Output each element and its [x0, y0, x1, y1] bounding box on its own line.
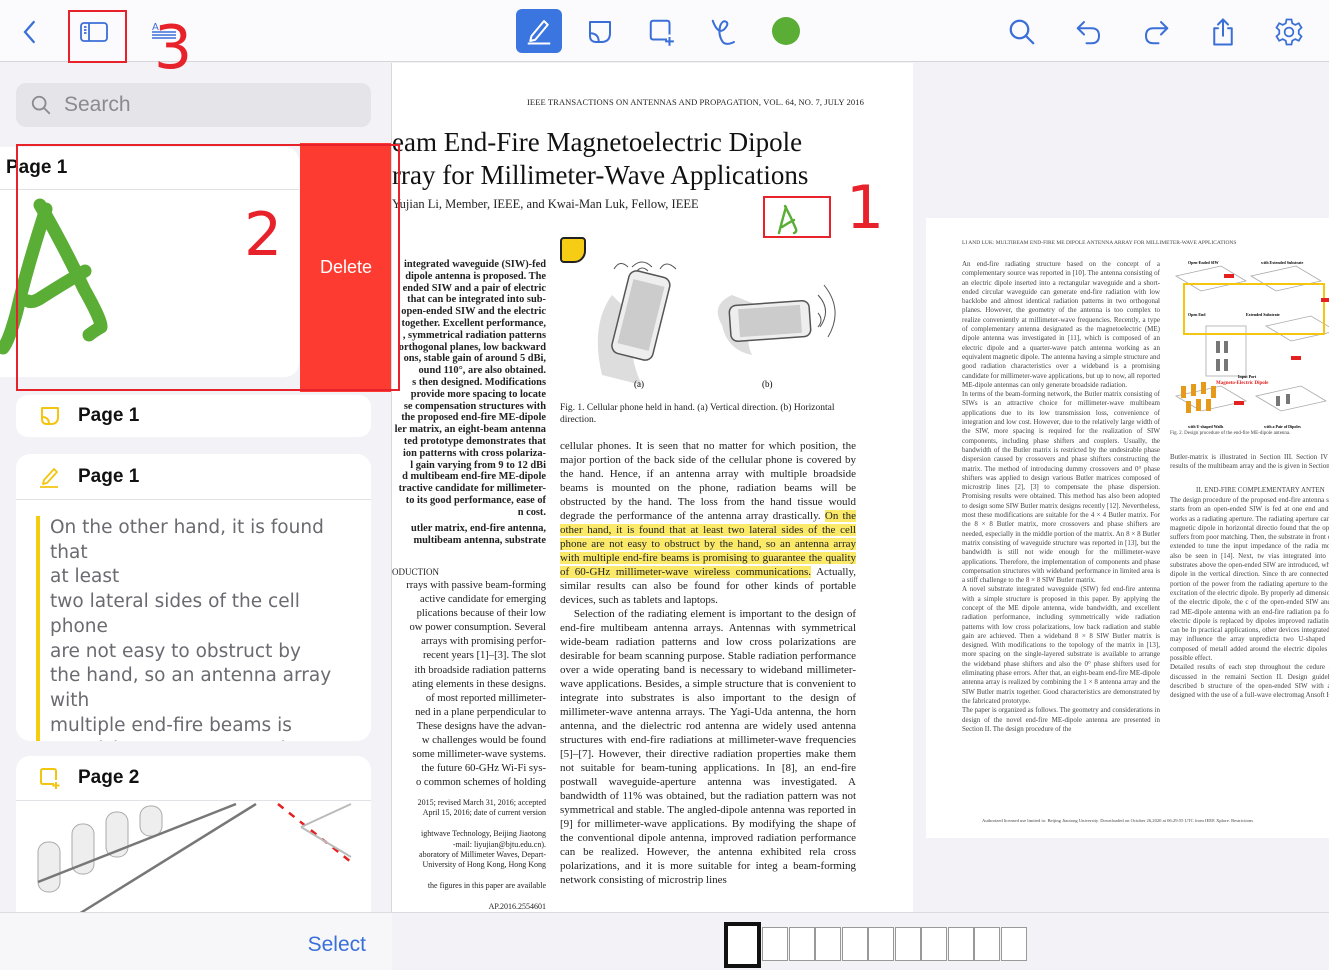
fig2-label: Input Port — [1238, 374, 1257, 379]
fig2-label: with Extended Substrate — [1261, 260, 1303, 265]
annotation-card-area[interactable]: Page 2 — [16, 756, 371, 936]
page-2-header: LI AND LUK: MULTIBEAM END-FIRE ME DIPOLE… — [962, 240, 1237, 246]
card-header: Page 2 — [16, 756, 371, 801]
fig2-label: Extended Substrate — [1246, 312, 1280, 317]
delete-button[interactable]: Delete — [300, 143, 391, 392]
page-thumbnail[interactable] — [868, 927, 894, 961]
search-placeholder: Search — [64, 93, 131, 116]
paper-title-line-2: rray for Millimeter-Wave Applications — [392, 160, 809, 190]
pen-tool-button[interactable] — [516, 9, 562, 53]
fig-label-a: (a) — [634, 379, 644, 389]
body-text-column-right: cellular phones. It is seen that no matt… — [560, 439, 856, 887]
fig2-label: Magneto-Electric Dipole — [1216, 381, 1269, 386]
section-heading: II. END-FIRE COMPLEMENTARY ANTEN — [1196, 486, 1325, 494]
sidebar-bottom-bar: Select — [0, 912, 392, 970]
card-title: Page 1 — [78, 405, 140, 426]
page-2-right-intro: Butler-matrix is illustrated in Section … — [1170, 453, 1329, 471]
journal-header: IEEE TRANSACTIONS ON ANTENNAS AND PROPAG… — [527, 97, 864, 107]
search-icon — [31, 95, 51, 115]
body-text: cellular phones. It is seen that no matt… — [560, 440, 856, 522]
page-thumbnail[interactable] — [921, 927, 947, 961]
page-thumbnail[interactable] — [762, 927, 788, 961]
paper-authors: Yujian Li, Member, IEEE, and Kwai-Man Lu… — [392, 197, 699, 211]
sidebar-toggle-icon[interactable] — [74, 12, 114, 52]
card-title: Page 1 — [6, 157, 68, 178]
redo-icon[interactable] — [1136, 12, 1176, 52]
card-header: Page 1 — [0, 147, 299, 190]
intro-text: rrays with passive beam-forming active c… — [406, 580, 546, 789]
card-header: Page 1 — [16, 395, 371, 437]
add-shape-icon[interactable] — [642, 12, 682, 52]
share-icon[interactable] — [1203, 12, 1243, 52]
page-2-left-column: An end-fire radiating structure based on… — [962, 260, 1160, 733]
page-thumbnail[interactable] — [974, 927, 1000, 961]
annotations-sidebar: Search Page 1 Delete Page 1 Page 1 On th… — [0, 63, 392, 970]
document-viewer[interactable]: IEEE TRANSACTIONS ON ANTENNAS AND PROPAG… — [392, 63, 1329, 912]
paper-title-line-1: eam End-Fire Magnetoelectric Dipole — [392, 127, 803, 157]
page-thumbnail[interactable] — [724, 922, 761, 968]
search-input[interactable]: Search — [16, 83, 371, 127]
card-title: Page 1 — [78, 465, 140, 487]
sticky-note-icon[interactable] — [580, 12, 620, 52]
search-icon[interactable] — [1002, 12, 1042, 52]
ink-drawing-preview — [0, 198, 108, 355]
page-thumbnail[interactable] — [841, 927, 868, 961]
text-format-icon[interactable]: A — [144, 12, 184, 52]
card-header: Page 1 — [16, 454, 371, 500]
settings-icon[interactable] — [1269, 12, 1309, 52]
page-2-footer: Authorized licensed use limited to: Beij… — [982, 818, 1254, 823]
page-thumbnail[interactable] — [788, 927, 815, 961]
fig2-label: with U-shaped Walls — [1188, 424, 1224, 429]
fig2-label: Open End — [1188, 312, 1206, 317]
top-toolbar: A — [0, 0, 1329, 62]
fig-label-b: (b) — [762, 379, 773, 389]
pen-color-swatch[interactable] — [772, 17, 800, 45]
ink-annotation-a[interactable] — [774, 203, 804, 237]
footnotes: 2015; revised March 31, 2016; accepted A… — [417, 798, 546, 912]
annotation-card-ink[interactable]: Page 1 — [0, 147, 299, 377]
page-thumbnail[interactable] — [815, 927, 841, 961]
area-select-icon — [40, 768, 60, 789]
abstract-text: integrated waveguide (SIW)-fed dipole an… — [394, 259, 546, 518]
card-title: Page 2 — [78, 767, 140, 788]
sticky-note-icon — [41, 407, 59, 425]
page-thumbnail-strip[interactable] — [392, 912, 1329, 970]
select-button[interactable]: Select — [308, 933, 366, 957]
highlighted-text: On the other hand, it is found that at l… — [36, 516, 349, 741]
figure-2-caption: Fig. 2. Design procedure of the end-fire… — [1170, 431, 1291, 436]
undo-icon[interactable] — [1069, 12, 1109, 52]
annotation-card-sticky-note[interactable]: Page 1 — [16, 395, 371, 437]
fig2-label: Open-Ended SIW — [1188, 260, 1219, 265]
fig2-label: with a Pair of Dipoles — [1264, 424, 1301, 429]
page-2-right-column: The design procedure of the proposed end… — [1170, 496, 1329, 700]
figure-2-diagram: Open-Ended SIW with Extended Substrate O… — [1174, 260, 1329, 429]
page-thumbnail[interactable] — [894, 927, 921, 961]
pdf-page-2: LI AND LUK: MULTIBEAM END-FIRE ME DIPOLE… — [926, 218, 1329, 838]
page-thumbnail[interactable] — [947, 927, 974, 961]
figure-1-caption: Fig. 1. Cellular phone held in hand. (a)… — [560, 403, 835, 425]
lasso-icon[interactable] — [704, 12, 744, 52]
back-chevron-icon[interactable] — [10, 12, 50, 52]
figure-1-phones: (a) (b) — [597, 261, 836, 389]
highlighter-icon — [40, 467, 58, 488]
pdf-page-1: IEEE TRANSACTIONS ON ANTENNAS AND PROPAG… — [392, 63, 913, 912]
page-thumbnail[interactable] — [1000, 927, 1027, 961]
annotation-card-highlight[interactable]: Page 1 On the other hand, it is found th… — [16, 454, 371, 741]
body-text: Selection of the radiating element is im… — [560, 608, 859, 886]
index-terms: utler matrix, end-fire antenna, multibea… — [411, 523, 546, 546]
intro-heading: ODUCTION — [392, 567, 439, 577]
